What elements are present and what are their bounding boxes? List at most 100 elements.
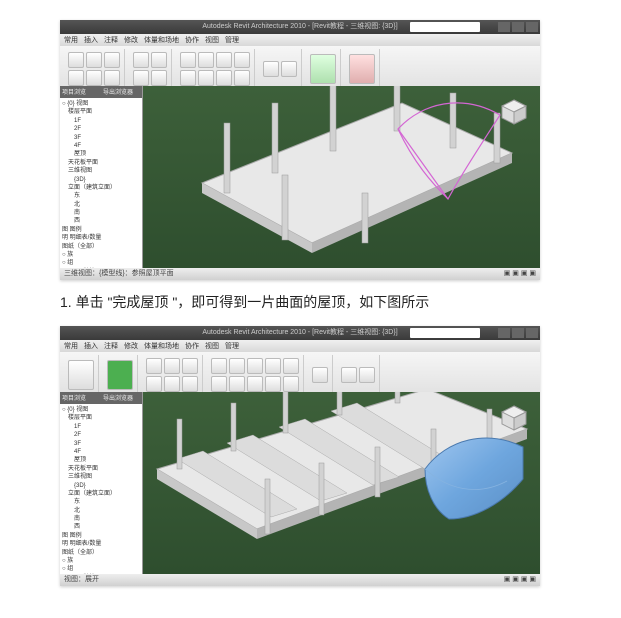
menu-item[interactable]: 常用 <box>64 35 78 45</box>
tree-node[interactable]: 图纸（全部） <box>62 549 140 557</box>
tree-node[interactable]: 东 <box>62 192 140 200</box>
ribbon-tool-button[interactable] <box>283 376 299 392</box>
tree-node[interactable]: 立面（建筑立面） <box>62 490 140 498</box>
tree-node[interactable]: 北 <box>62 201 140 209</box>
ribbon-tool-button[interactable] <box>211 376 227 392</box>
menu-item[interactable]: 修改 <box>124 35 138 45</box>
tree-node[interactable]: 图 图例 <box>62 226 140 234</box>
ribbon-tool-button[interactable] <box>146 376 162 392</box>
ribbon-tool-button[interactable] <box>229 358 245 374</box>
menu-item[interactable]: 协作 <box>185 341 199 351</box>
tree-node[interactable]: 1F <box>62 423 140 431</box>
ribbon-tool-button[interactable] <box>164 376 180 392</box>
tree-node[interactable]: 2F <box>62 125 140 133</box>
ribbon-tool-button[interactable] <box>247 358 263 374</box>
close-button[interactable] <box>526 328 538 338</box>
ribbon-tool-button[interactable] <box>104 52 120 68</box>
tree-node[interactable]: 天花板平面 <box>62 465 140 473</box>
tree-node[interactable]: 三维视图 <box>62 473 140 481</box>
ribbon-tool-button[interactable] <box>133 70 149 86</box>
tree-node[interactable]: 3F <box>62 134 140 142</box>
ribbon-tool-button[interactable] <box>146 358 162 374</box>
menu-item[interactable]: 管理 <box>225 341 239 351</box>
maximize-button[interactable] <box>512 328 524 338</box>
search-input[interactable] <box>410 22 480 32</box>
tree-node[interactable]: {3D} <box>62 176 140 184</box>
tree-node[interactable]: 屋顶 <box>62 456 140 464</box>
view-cube[interactable] <box>498 96 530 128</box>
tree-node[interactable]: ○ 组 <box>62 259 140 267</box>
tree-node[interactable]: ○ {0} 视图 <box>62 100 140 108</box>
ribbon-tool-button[interactable] <box>247 376 263 392</box>
side-tab-export[interactable]: 导出浏览器 <box>101 86 142 98</box>
menu-item[interactable]: 注释 <box>104 35 118 45</box>
ribbon-tool-button[interactable] <box>68 52 84 68</box>
menu-item[interactable]: 体量和场地 <box>144 341 179 351</box>
tree-node[interactable]: 南 <box>62 209 140 217</box>
maximize-button[interactable] <box>512 22 524 32</box>
cancel-roof-button[interactable] <box>349 54 375 84</box>
ribbon-tool-button[interactable] <box>312 367 328 383</box>
minimize-button[interactable] <box>498 328 510 338</box>
ribbon-tool-button[interactable] <box>86 52 102 68</box>
tree-node[interactable]: 4F <box>62 448 140 456</box>
tree-node[interactable]: 东 <box>62 498 140 506</box>
ribbon-tool-button[interactable] <box>180 70 196 86</box>
tree-node[interactable]: 明 明细表/数量 <box>62 234 140 242</box>
project-tree[interactable]: ○ {0} 视图楼层平面1F2F3F4F屋顶天花板平面三维视图{3D}立面（建筑… <box>60 98 142 268</box>
tree-node[interactable]: 楼层平面 <box>62 108 140 116</box>
ribbon-tool-button[interactable] <box>216 52 232 68</box>
menu-item[interactable]: 协作 <box>185 35 199 45</box>
tree-node[interactable]: ○ 族 <box>62 557 140 565</box>
tree-node[interactable]: ○ {0} 视图 <box>62 406 140 414</box>
tree-node[interactable]: 2F <box>62 431 140 439</box>
ribbon-tool-button[interactable] <box>216 70 232 86</box>
menu-item[interactable]: 常用 <box>64 341 78 351</box>
ribbon-tool-button[interactable] <box>198 70 214 86</box>
search-input[interactable] <box>410 328 480 338</box>
tree-node[interactable]: 西 <box>62 523 140 531</box>
ribbon-tool-button[interactable] <box>182 376 198 392</box>
element-color-button[interactable] <box>107 360 133 390</box>
tree-node[interactable]: 西 <box>62 217 140 225</box>
tree-node[interactable]: 南 <box>62 515 140 523</box>
tree-node[interactable]: 屋顶 <box>62 150 140 158</box>
tree-node[interactable]: 图纸（全部） <box>62 243 140 251</box>
tree-node[interactable]: 楼层平面 <box>62 414 140 422</box>
menu-item[interactable]: 管理 <box>225 35 239 45</box>
project-tree[interactable]: ○ {0} 视图楼层平面1F2F3F4F屋顶天花板平面三维视图{3D}立面（建筑… <box>60 404 142 574</box>
ribbon-tool-button[interactable] <box>281 61 297 77</box>
menu-item[interactable]: 插入 <box>84 35 98 45</box>
tree-node[interactable]: 北 <box>62 507 140 515</box>
ribbon-tool-button[interactable] <box>104 70 120 86</box>
tree-node[interactable]: 3F <box>62 440 140 448</box>
menu-item[interactable]: 插入 <box>84 341 98 351</box>
view-cube[interactable] <box>498 402 530 434</box>
menu-item[interactable]: 视图 <box>205 35 219 45</box>
ribbon-tool-button[interactable] <box>234 52 250 68</box>
finish-roof-button[interactable] <box>310 54 336 84</box>
ribbon-tool-button[interactable] <box>164 358 180 374</box>
ribbon-tool-button[interactable] <box>151 70 167 86</box>
tree-node[interactable]: 立面（建筑立面） <box>62 184 140 192</box>
ribbon-tool-button[interactable] <box>133 52 149 68</box>
tree-node[interactable]: 图 图例 <box>62 532 140 540</box>
3d-viewport[interactable] <box>143 392 540 574</box>
ribbon-tool-button[interactable] <box>68 70 84 86</box>
ribbon-tool-button[interactable] <box>265 358 281 374</box>
tree-node[interactable]: 4F <box>62 142 140 150</box>
tree-node[interactable]: {3D} <box>62 482 140 490</box>
menu-item[interactable]: 注释 <box>104 341 118 351</box>
ribbon-tool-button[interactable] <box>229 376 245 392</box>
ribbon-tool-button[interactable] <box>211 358 227 374</box>
ribbon-tool-button[interactable] <box>234 70 250 86</box>
ribbon-tool-button[interactable] <box>182 358 198 374</box>
tree-node[interactable]: 明 明细表/数量 <box>62 540 140 548</box>
ribbon-tool-button[interactable] <box>151 52 167 68</box>
tree-node[interactable]: 三维视图 <box>62 167 140 175</box>
ribbon-tool-button[interactable] <box>263 61 279 77</box>
tree-node[interactable]: 天花板平面 <box>62 159 140 167</box>
ribbon-tool-button[interactable] <box>341 367 357 383</box>
side-tab-project[interactable]: 项目浏览 <box>60 392 101 404</box>
side-tab-export[interactable]: 导出浏览器 <box>101 392 142 404</box>
